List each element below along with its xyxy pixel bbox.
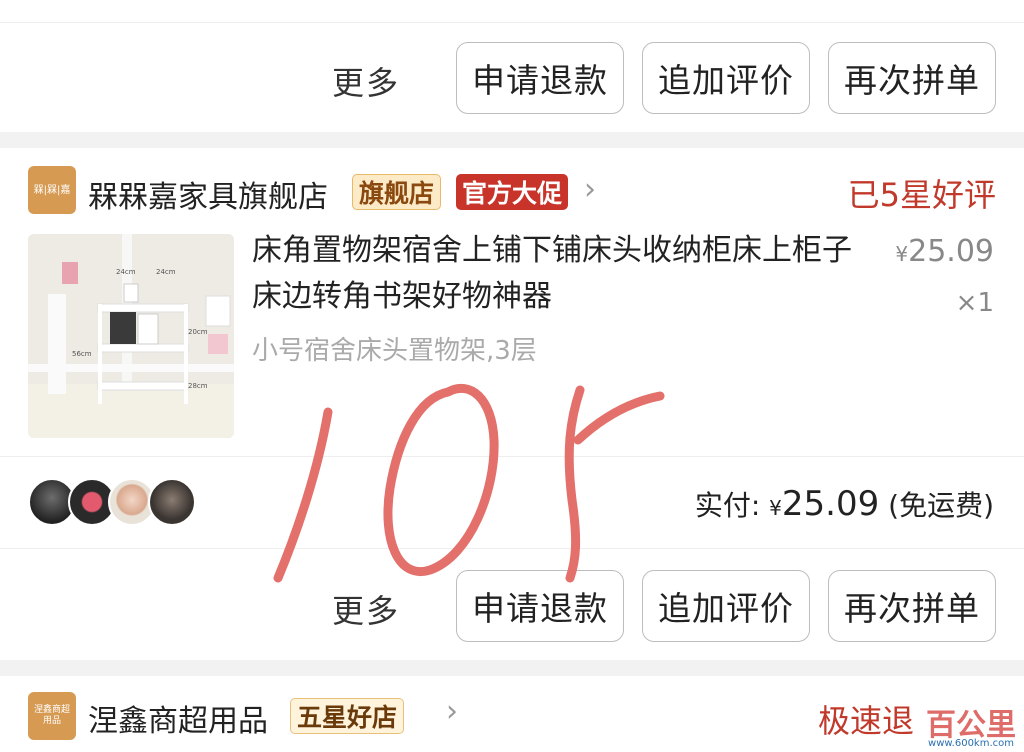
- chevron-right-icon[interactable]: ›: [584, 172, 596, 207]
- more-button[interactable]: 更多: [332, 586, 400, 632]
- product-spec: 小号宿舍床头置物架,3层: [252, 336, 537, 366]
- order-actions-1: 更多 申请退款 追加评价 再次拼单: [0, 40, 1024, 120]
- payment-summary: 实付: ¥25.09 (免运费): [695, 484, 994, 524]
- order-card-1: 更多 申请退款 追加评价 再次拼单: [0, 0, 1024, 132]
- dimension-label: 56cm: [72, 350, 92, 358]
- more-button[interactable]: 更多: [332, 58, 400, 104]
- five-star-store-tag: 五星好店: [290, 698, 405, 734]
- store-logo: 涅鑫商超用品: [28, 692, 76, 740]
- reorder-button[interactable]: 再次拼单: [828, 570, 996, 642]
- refund-button[interactable]: 申请退款: [456, 42, 624, 114]
- reorder-button[interactable]: 再次拼单: [828, 42, 996, 114]
- product-quantity: ×1: [955, 288, 994, 318]
- currency-symbol: ¥: [769, 496, 782, 520]
- dimension-label: 20cm: [188, 328, 208, 336]
- shelf-illustration: 24cm 24cm 20cm 56cm 28cm: [28, 234, 234, 438]
- dimension-label: 28cm: [188, 382, 208, 390]
- refund-button[interactable]: 申请退款: [456, 570, 624, 642]
- promo-tag: 官方大促: [456, 174, 569, 210]
- divider: [0, 548, 1024, 549]
- divider: [0, 456, 1024, 457]
- product-title[interactable]: 床角置物架宿舍上铺下铺床头收纳柜床上柜子床边转角书架好物神器: [252, 228, 852, 320]
- refund-status: 极速退: [817, 702, 914, 740]
- chevron-right-icon[interactable]: ›: [446, 694, 458, 729]
- shipping-note: (免运费): [888, 489, 994, 522]
- add-review-button[interactable]: 追加评价: [642, 42, 810, 114]
- price-value: 25.09: [908, 234, 994, 269]
- store-header[interactable]: 槑|槑|嘉 槑槑嘉家具旗舰店 旗舰店 官方大促 › 已5星好评: [0, 162, 1024, 222]
- store-name[interactable]: 涅鑫商超用品: [88, 696, 268, 740]
- store-name[interactable]: 槑槑嘉家具旗舰店: [88, 172, 328, 216]
- add-review-button[interactable]: 追加评价: [642, 570, 810, 642]
- watermark-url: www.600km.com: [928, 738, 1014, 749]
- paid-label: 实付:: [694, 489, 761, 522]
- review-status: 已5星好评: [847, 176, 996, 214]
- dimension-label: 24cm: [156, 268, 176, 276]
- flagship-tag: 旗舰店: [352, 174, 442, 210]
- store-logo: 槑|槑|嘉: [28, 166, 76, 214]
- paid-amount: 25.09: [781, 484, 880, 524]
- product-image[interactable]: 24cm 24cm 20cm 56cm 28cm: [28, 234, 234, 438]
- dimension-label: 24cm: [116, 268, 136, 276]
- product-price: ¥25.09: [895, 234, 994, 269]
- currency-symbol: ¥: [895, 242, 909, 266]
- store-header[interactable]: 涅鑫商超用品 涅鑫商超用品 五星好店 › 极速退: [0, 690, 1024, 750]
- order-actions-2: 更多 申请退款 追加评价 再次拼单: [0, 568, 1024, 648]
- avatar: [148, 478, 196, 526]
- divider: [0, 22, 1024, 23]
